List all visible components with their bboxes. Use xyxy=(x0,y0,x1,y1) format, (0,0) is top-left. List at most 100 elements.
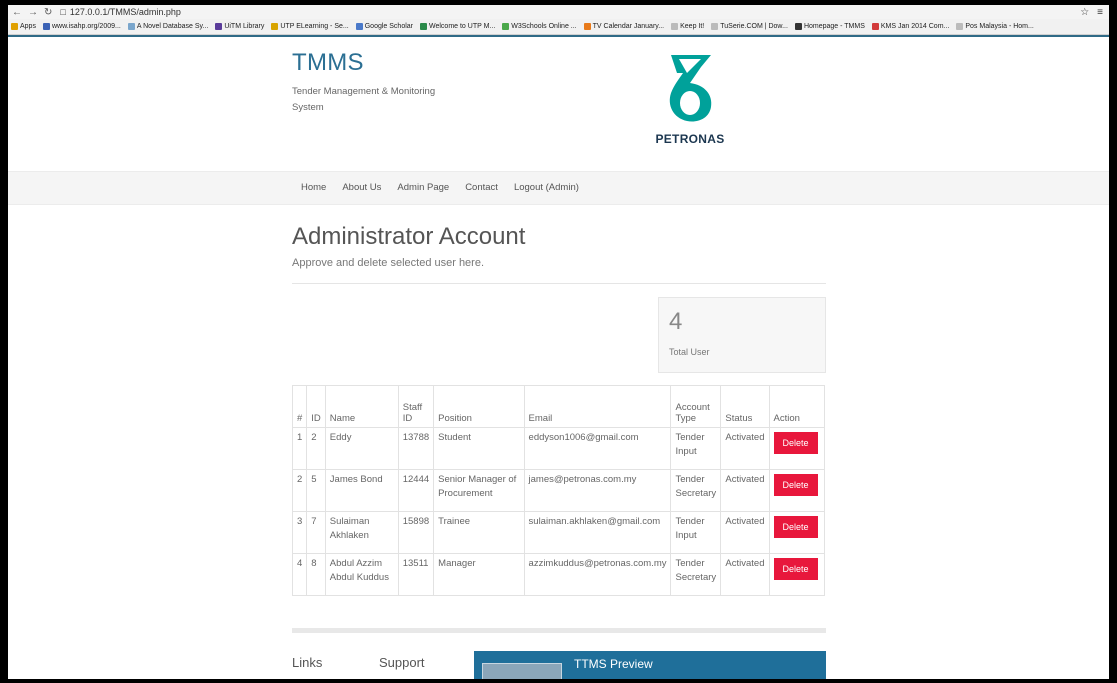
url-text[interactable]: 127.0.0.1/TMMS/admin.php xyxy=(70,7,181,17)
cell-num: 2 xyxy=(291,469,308,512)
forward-icon[interactable]: → xyxy=(28,7,38,18)
cell-status: Activated xyxy=(720,427,770,470)
cell-num: 3 xyxy=(291,511,308,554)
menu-icon[interactable]: ≡ xyxy=(1097,7,1103,18)
site-subtitle: Tender Management & Monitoring System xyxy=(292,86,436,113)
bookmark-item[interactable]: W3Schools Online ... xyxy=(502,23,577,30)
cell-num: 4 xyxy=(291,553,308,596)
reload-icon[interactable]: ↻ xyxy=(44,7,52,18)
cell-position: Trainee xyxy=(433,511,525,554)
bookmark-label: Welcome to UTP M... xyxy=(429,23,496,30)
cell-email: azzimkuddus@petronas.com.my xyxy=(523,553,672,596)
action-cell: Delete xyxy=(768,511,825,554)
address-bar: ← → ↻ □ 127.0.0.1/TMMS/admin.php ☆ ≡ xyxy=(8,5,1109,19)
nav-item-admin-page[interactable]: Admin Page xyxy=(397,182,449,193)
delete-button[interactable]: Delete xyxy=(773,474,818,496)
cell-position: Senior Manager of Procurement xyxy=(433,469,525,512)
page-subtitle: Approve and delete selected user here. xyxy=(292,257,485,269)
bookmark-favicon-icon xyxy=(794,23,802,30)
divider xyxy=(292,283,826,284)
cell-email: james@petronas.com.my xyxy=(523,469,672,512)
cell-email: sulaiman.akhlaken@gmail.com xyxy=(523,511,672,554)
cell-id: 8 xyxy=(306,553,326,596)
cell-staff-id: 13788 xyxy=(397,427,435,470)
bookmark-favicon-icon xyxy=(711,23,719,30)
cell-num: 1 xyxy=(291,427,308,470)
bookmark-favicon-icon xyxy=(583,23,591,30)
bookmark-item[interactable]: TuSerie.COM | Dow... xyxy=(711,23,788,30)
cell-status: Activated xyxy=(720,469,770,512)
preview-thumbnail[interactable] xyxy=(482,663,562,679)
total-user-panel: 4 Total User xyxy=(658,297,826,373)
bookmark-favicon-icon xyxy=(271,23,279,30)
page-icon: □ xyxy=(60,7,66,17)
action-cell: Delete xyxy=(768,469,825,512)
nav-item-logout-admin[interactable]: Logout (Admin) xyxy=(514,182,579,193)
back-icon[interactable]: ← xyxy=(12,7,22,18)
bookmark-item[interactable]: KMS Jan 2014 Com... xyxy=(871,23,950,30)
bookmark-item[interactable]: Apps xyxy=(11,23,36,30)
delete-button[interactable]: Delete xyxy=(773,558,818,580)
table-row: 2 5 James Bond 12444 Senior Manager of Procu… xyxy=(291,469,825,512)
bookmark-item[interactable]: Keep It! xyxy=(671,23,704,30)
cell-id: 2 xyxy=(306,427,326,470)
bookmark-item[interactable]: A Novel Database Sy... xyxy=(127,23,208,30)
delete-button[interactable]: Delete xyxy=(773,516,818,538)
bookmark-favicon-icon xyxy=(871,23,879,30)
column-header: Staff ID xyxy=(397,385,435,428)
bookmark-label: KMS Jan 2014 Com... xyxy=(880,23,950,30)
cell-staff-id: 15898 xyxy=(397,511,435,554)
cell-account-type: Tender Secretary xyxy=(670,553,722,596)
petronas-logo: PETRONAS xyxy=(648,53,732,146)
bookmark-favicon-icon xyxy=(42,23,50,30)
footer-support-title: Support xyxy=(379,655,425,670)
cell-name: Abdul Azzim Abdul Kuddus xyxy=(324,553,399,596)
bookmark-item[interactable]: Google Scholar xyxy=(355,23,413,30)
cell-staff-id: 13511 xyxy=(397,553,435,596)
nav-item-contact[interactable]: Contact xyxy=(465,182,498,193)
table-header-row: # ID Name Staff ID Position Email Account Type… xyxy=(291,385,825,428)
table-row: 3 7 Sulaiman Akhlaken 15898 Trainee sulaiman.… xyxy=(291,511,825,554)
column-header: Status xyxy=(720,385,770,428)
bookmark-favicon-icon xyxy=(420,23,427,30)
cell-status: Activated xyxy=(720,553,770,596)
bookmark-label: UTP ELearning - Se... xyxy=(280,23,349,30)
bookmark-item[interactable]: Homepage - TMMS xyxy=(794,23,865,30)
bookmark-label: TuSerie.COM | Dow... xyxy=(720,23,788,30)
cell-email: eddyson1006@gmail.com xyxy=(523,427,672,470)
site-header: TMMS Tender Management & Monitoring Syst… xyxy=(8,37,1109,171)
browser-window: ← → ↻ □ 127.0.0.1/TMMS/admin.php ☆ ≡ App… xyxy=(8,5,1109,679)
bookmark-item[interactable]: TV Calendar January... xyxy=(583,23,664,30)
bookmark-item[interactable]: Welcome to UTP M... xyxy=(420,23,495,30)
site-title[interactable]: TMMS xyxy=(292,49,364,77)
cell-name: Eddy xyxy=(324,427,399,470)
table-row: 4 8 Abdul Azzim Abdul Kuddus 13511 Manager az… xyxy=(291,553,825,596)
cell-account-type: Tender Secretary xyxy=(670,469,722,512)
star-icon[interactable]: ☆ xyxy=(1080,7,1089,18)
ttms-preview-panel: TTMS Preview xyxy=(474,651,826,679)
action-cell: Delete xyxy=(768,427,825,470)
column-header: Action xyxy=(768,385,825,428)
bookmark-label: Apps xyxy=(20,23,36,30)
bookmark-favicon-icon xyxy=(215,23,223,30)
bookmark-item[interactable]: UTP ELearning - Se... xyxy=(271,23,349,30)
logo-text: PETRONAS xyxy=(655,132,725,146)
bookmark-item[interactable]: www.isahp.org/2009... xyxy=(42,23,121,30)
preview-title: TTMS Preview xyxy=(574,657,653,671)
bookmark-favicon-icon xyxy=(127,23,135,30)
bookmark-label: Homepage - TMMS xyxy=(803,23,865,30)
column-header: Account Type xyxy=(670,385,722,428)
bookmark-item[interactable]: Pos Malaysia - Hom... xyxy=(956,23,1034,30)
page-content: TMMS Tender Management & Monitoring Syst… xyxy=(8,35,1109,679)
bookmark-item[interactable]: UiTM Library xyxy=(215,23,264,30)
column-header: Position xyxy=(433,385,525,428)
column-header: ID xyxy=(306,385,326,428)
bookmark-label: Google Scholar xyxy=(364,23,413,30)
footer-links-title: Links xyxy=(292,655,323,670)
delete-button[interactable]: Delete xyxy=(773,432,818,454)
bookmark-label: W3Schools Online ... xyxy=(511,23,577,30)
bookmark-label: Keep It! xyxy=(680,23,705,30)
nav-item-about-us[interactable]: About Us xyxy=(342,182,381,193)
page-title: Administrator Account xyxy=(292,223,526,250)
nav-item-home[interactable]: Home xyxy=(301,182,326,193)
